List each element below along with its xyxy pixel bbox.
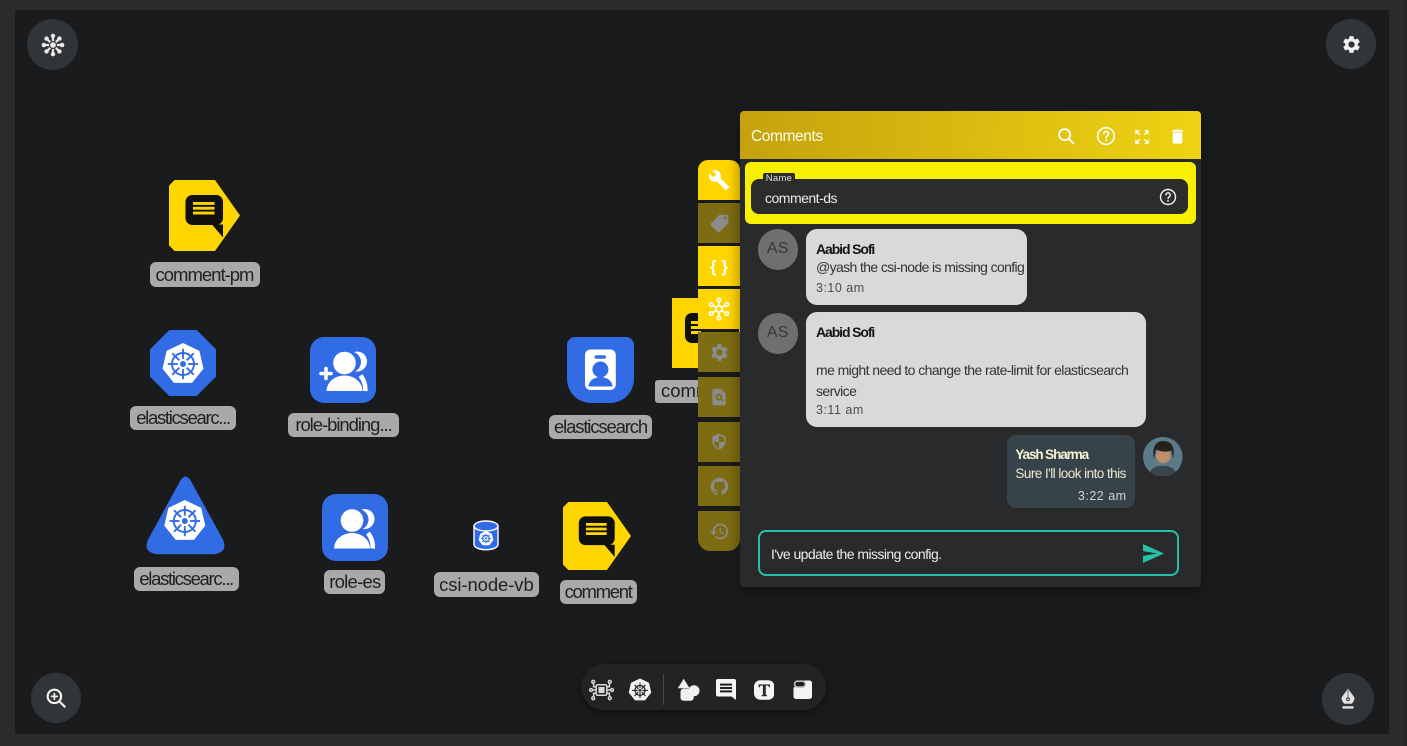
svg-text:{ }: { }: [710, 257, 728, 276]
